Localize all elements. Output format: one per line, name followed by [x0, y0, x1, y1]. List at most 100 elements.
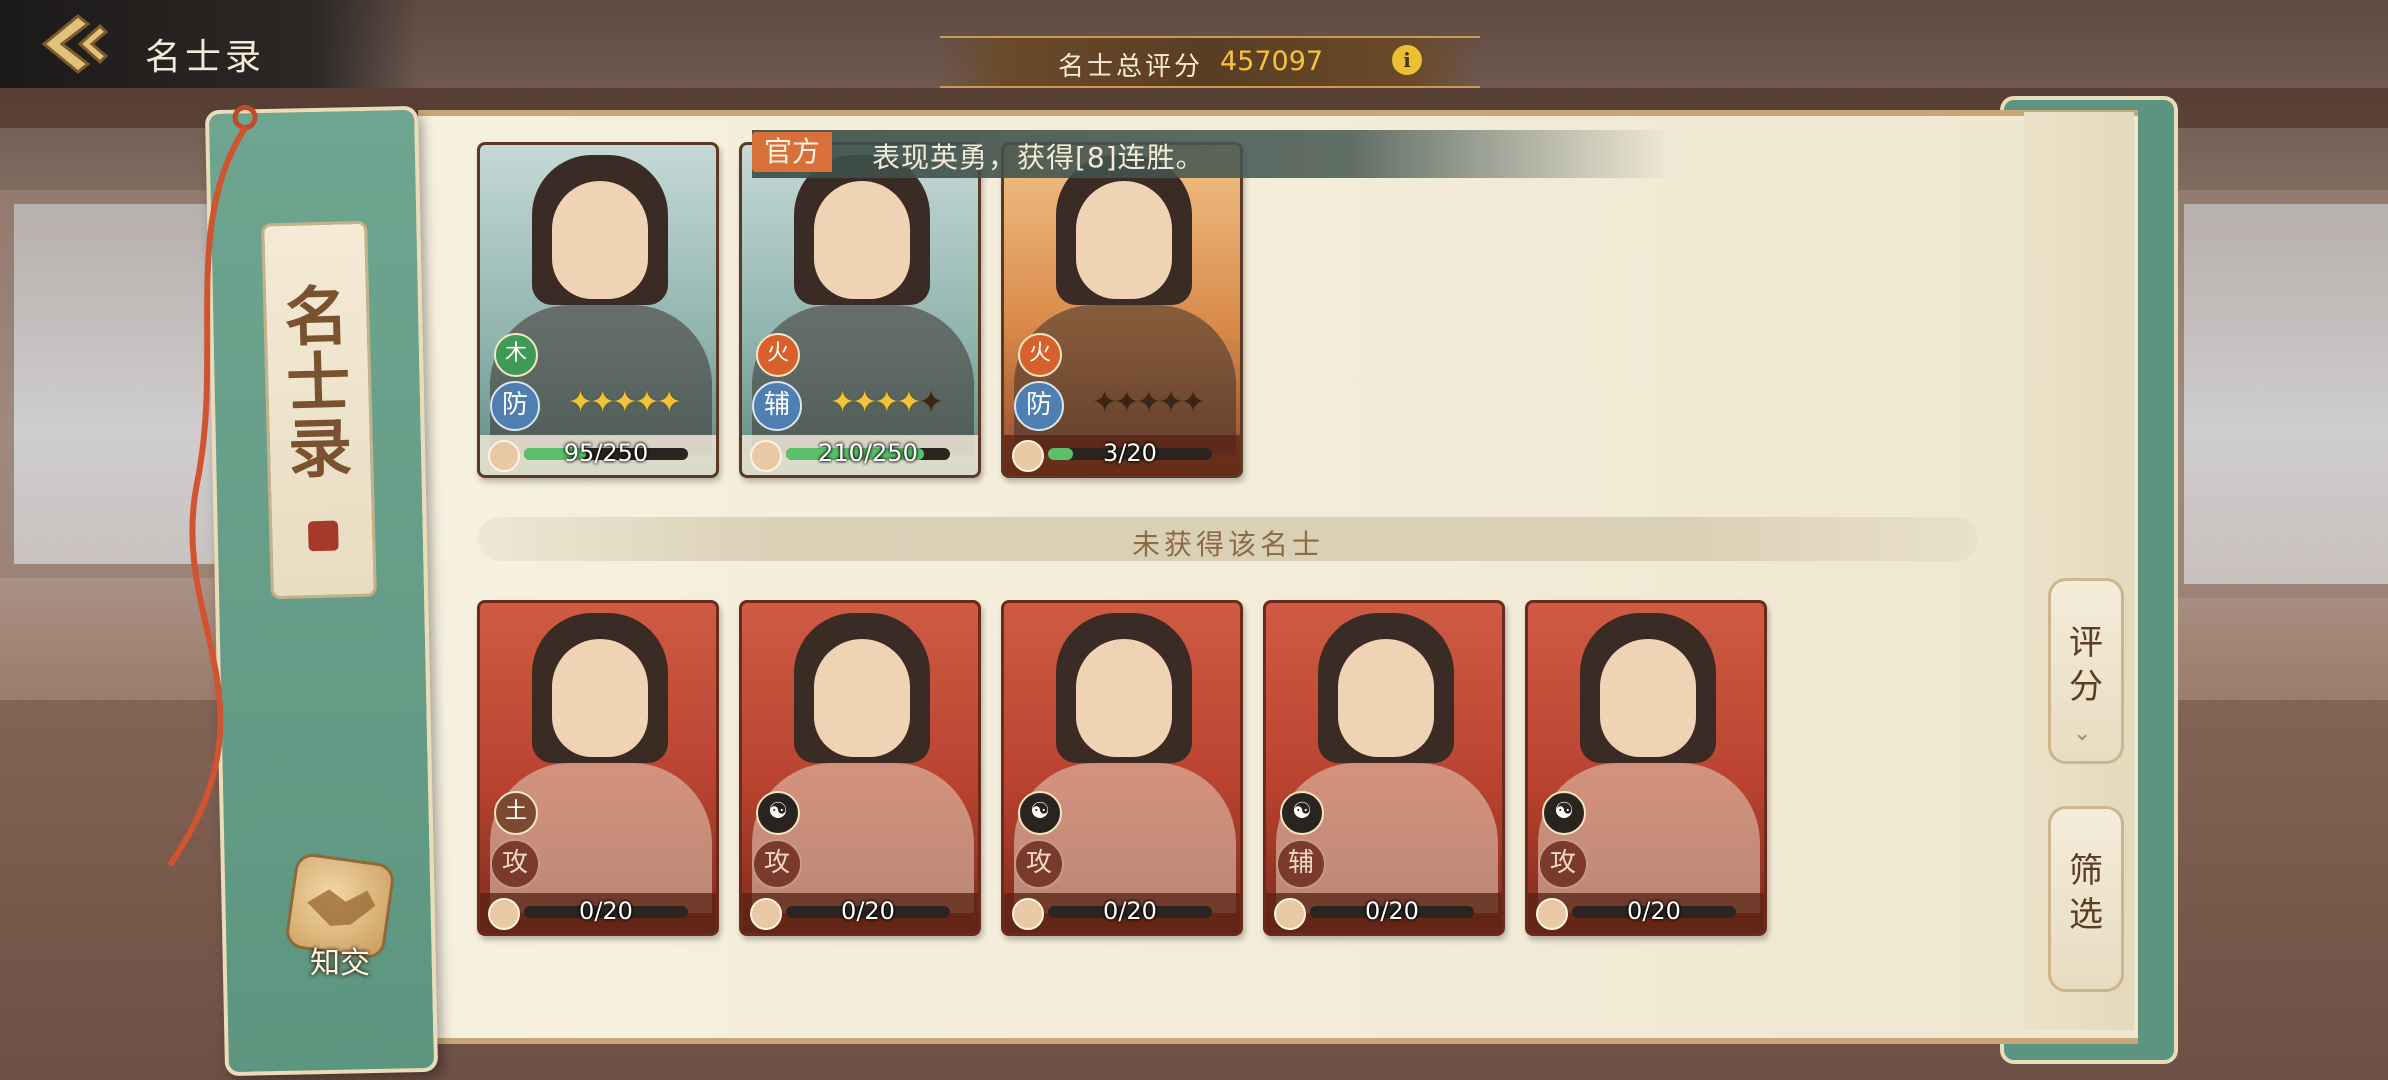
star-icon: ✦ [1114, 385, 1139, 420]
star-icon: ✦ [1158, 385, 1183, 420]
card-footer: 0/20 [1266, 893, 1502, 933]
back-arrow-icon [41, 14, 109, 74]
hero-card[interactable]: ☯ 攻 0/20 [1001, 600, 1243, 936]
hero-card[interactable]: 火辅 ✦✦✦✦✦ 210/250 [739, 142, 981, 478]
portrait-robe [1538, 763, 1760, 913]
element-badge: 木 [494, 333, 538, 377]
star-icon: ✦ [874, 385, 899, 420]
hero-card[interactable]: 土攻 0/20 [477, 600, 719, 936]
portrait-face [814, 181, 910, 299]
mini-avatar [750, 898, 782, 930]
notification-tag: 官方 [752, 132, 833, 172]
total-score-banner: 名士总评分 457097 i [940, 36, 1480, 88]
shard-progress-text: 0/20 [841, 897, 895, 925]
shard-progress-text: 0/20 [579, 897, 633, 925]
role-badge: 攻 [1014, 839, 1064, 889]
notification-banner: 官方 表现英勇，获得[8]连胜。 [752, 130, 1672, 178]
card-footer: 0/20 [1528, 893, 1764, 933]
portrait-robe [490, 763, 712, 913]
role-badge: 辅 [1276, 839, 1326, 889]
element-badge: 土 [494, 791, 538, 835]
portrait-robe [490, 305, 712, 455]
mini-avatar [488, 440, 520, 472]
portrait-robe [1014, 305, 1236, 455]
portrait-face [1600, 639, 1696, 757]
info-icon[interactable]: i [1392, 45, 1422, 75]
star-rating: ✦✦✦✦✦ [1092, 385, 1206, 420]
mini-avatar [1012, 898, 1044, 930]
shard-progress-text: 0/20 [1627, 897, 1681, 925]
unobtained-section-label: 未获得该名士 [1131, 528, 1324, 561]
back-button[interactable] [30, 12, 110, 76]
star-rating: ✦✦✦✦✦ [830, 385, 944, 420]
portrait-face [1338, 639, 1434, 757]
role-badge: 防 [490, 381, 540, 431]
card-footer: 95/250 [480, 435, 716, 475]
mini-avatar [1536, 898, 1568, 930]
notification-text: 表现英勇，获得[8]连胜。 [872, 141, 1205, 174]
portrait-robe [1014, 763, 1236, 913]
hero-card[interactable]: ☯ 攻 0/20 [1525, 600, 1767, 936]
star-icon: ✦ [1180, 385, 1206, 420]
star-icon: ✦ [830, 385, 855, 420]
element-badge: ☯ [1018, 791, 1062, 835]
portrait-robe [1276, 763, 1498, 913]
mini-avatar [750, 440, 782, 472]
mini-avatar [488, 898, 520, 930]
star-icon: ✦ [568, 385, 593, 420]
portrait-face [1076, 639, 1172, 757]
bg-window-right [2170, 190, 2388, 598]
portrait-face [1076, 181, 1172, 299]
shard-progress-text: 0/20 [1365, 897, 1419, 925]
role-badge: 辅 [752, 381, 802, 431]
sort-by-score-label: 评分 [2069, 623, 2103, 707]
shard-progress-text: 3/20 [1103, 439, 1157, 467]
role-badge: 防 [1014, 381, 1064, 431]
portrait-face [814, 639, 910, 757]
page-title: 名士录 [145, 37, 266, 78]
mini-avatar [1012, 440, 1044, 472]
star-rating: ✦✦✦✦✦ [568, 385, 682, 420]
star-icon: ✦ [656, 385, 682, 420]
total-score-value: 457097 [1220, 46, 1324, 77]
element-badge: ☯ [756, 791, 800, 835]
filter-label: 筛选 [2069, 851, 2103, 935]
bookmark-title: 名士录 [283, 279, 354, 488]
star-icon: ✦ [1092, 385, 1117, 420]
friend-label: 知交 [310, 946, 370, 981]
total-score-label: 名士总评分 [1058, 52, 1204, 82]
star-icon: ✦ [852, 385, 877, 420]
hero-card[interactable]: ☯ 攻 0/20 [739, 600, 981, 936]
friend-button[interactable]: 知交 [282, 851, 402, 981]
hero-card[interactable]: ☯ 辅 0/20 [1263, 600, 1505, 936]
portrait-robe [752, 763, 974, 913]
chevron-down-icon: ⌄ [2073, 721, 2092, 746]
card-footer: 0/20 [1004, 893, 1240, 933]
star-icon: ✦ [612, 385, 637, 420]
shard-progress-text: 95/250 [563, 439, 649, 467]
shard-progress-text: 0/20 [1103, 897, 1157, 925]
sort-by-score-button[interactable]: 评分 ⌄ [2048, 578, 2124, 764]
card-footer: 0/20 [480, 893, 716, 933]
star-icon: ✦ [634, 385, 659, 420]
star-icon: ✦ [896, 385, 921, 420]
element-badge: ☯ [1280, 791, 1324, 835]
hero-card[interactable]: 木防 ✦✦✦✦✦ 95/250 [477, 142, 719, 478]
role-badge: 攻 [1538, 839, 1588, 889]
star-icon: ✦ [1136, 385, 1161, 420]
filter-button[interactable]: 筛选 [2048, 806, 2124, 992]
element-badge: 火 [756, 333, 800, 377]
element-badge: 火 [1018, 333, 1062, 377]
role-badge: 攻 [752, 839, 802, 889]
seal-icon [307, 520, 339, 552]
portrait-robe [752, 305, 974, 455]
role-badge: 攻 [490, 839, 540, 889]
star-icon: ✦ [590, 385, 615, 420]
element-badge: ☯ [1542, 791, 1586, 835]
portrait-face [552, 181, 648, 299]
bookmark-label: 名士录 [261, 220, 377, 600]
mini-avatar [1274, 898, 1306, 930]
portrait-face [552, 639, 648, 757]
hero-card[interactable]: 火防 ✦✦✦✦✦ 3/20 [1001, 142, 1243, 478]
star-icon: ✦ [918, 385, 944, 420]
